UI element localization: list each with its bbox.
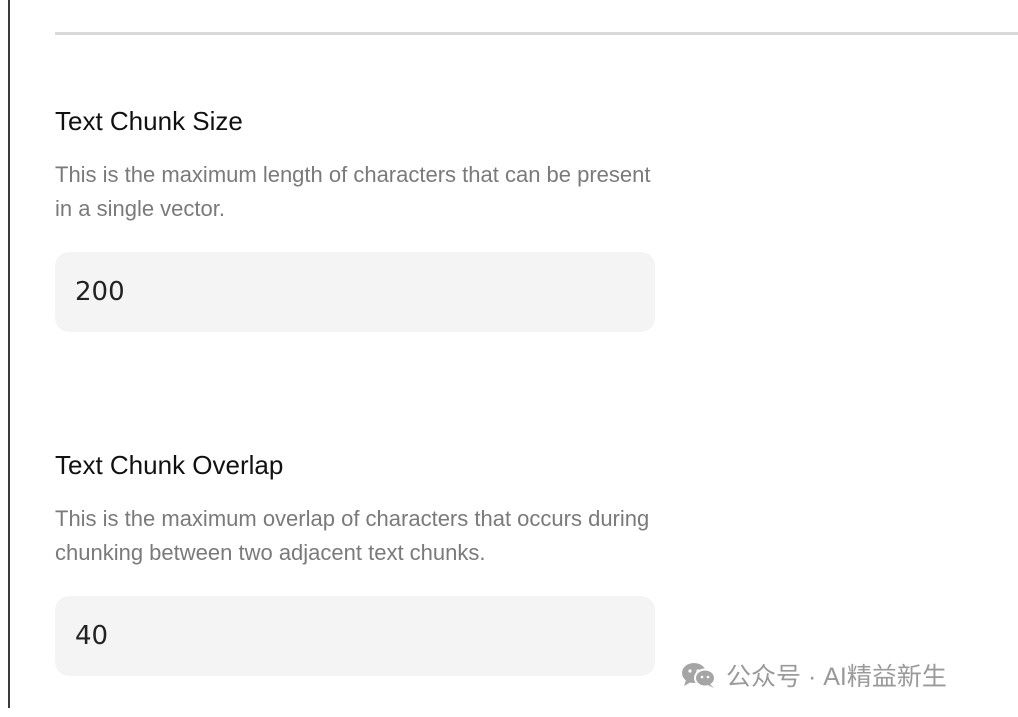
wechat-icon bbox=[680, 661, 718, 689]
text-chunk-overlap-setting: Text Chunk Overlap This is the maximum o… bbox=[55, 448, 675, 676]
watermark: 公众号 · AI精益新生 bbox=[680, 658, 947, 692]
section-divider bbox=[55, 32, 1018, 35]
text-chunk-overlap-description: This is the maximum overlap of character… bbox=[55, 506, 650, 565]
watermark-text: 公众号 · AI精益新生 bbox=[726, 663, 947, 691]
text-chunk-overlap-input[interactable] bbox=[55, 596, 655, 676]
text-chunk-size-title: Text Chunk Size bbox=[55, 106, 243, 136]
left-border-line bbox=[8, 0, 10, 708]
text-chunk-size-input[interactable] bbox=[55, 252, 655, 332]
text-chunk-size-description: This is the maximum length of characters… bbox=[55, 162, 651, 221]
text-chunk-overlap-title: Text Chunk Overlap bbox=[55, 450, 284, 480]
text-chunk-size-setting: Text Chunk Size This is the maximum leng… bbox=[55, 104, 675, 332]
